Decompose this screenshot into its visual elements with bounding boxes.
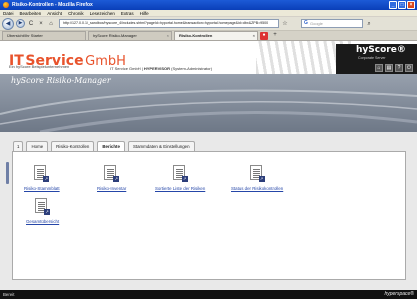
search-input[interactable]: G Google xyxy=(301,19,363,28)
google-icon: G xyxy=(304,20,308,26)
report-link[interactable]: Sortierte Liste der Risiken xyxy=(155,186,205,191)
report-document-icon: ↗ xyxy=(172,165,188,182)
window-titlebar: Risiko-Kontrollen - Mozilla Firefox _ □ … xyxy=(0,0,417,10)
report-item[interactable]: ↗ Risiko-Stammblatt xyxy=(24,165,60,191)
navigation-bar: ◀ ▶ C × ⌂ http://127.0.0.1/_sandbox/hysc… xyxy=(0,17,417,31)
search-placeholder: Google xyxy=(310,21,323,26)
menu-bookmarks[interactable]: Lesezeichen xyxy=(90,11,115,16)
search-icon[interactable]: ⌕ xyxy=(365,20,373,28)
report-link[interactable]: Risiko-Stammblatt xyxy=(24,186,60,191)
stop-icon[interactable]: × xyxy=(37,20,45,28)
menu-history[interactable]: Chronik xyxy=(68,11,84,16)
home-icon[interactable]: ⌂ xyxy=(47,20,55,28)
tab-master-data-settings[interactable]: Stammdaten & Einstellungen xyxy=(127,141,195,151)
forward-button[interactable]: ▶ xyxy=(16,19,25,28)
reload-icon[interactable]: C xyxy=(27,20,35,28)
help-icon[interactable]: ? xyxy=(395,64,403,72)
maximize-button[interactable]: □ xyxy=(398,1,406,9)
minimize-button[interactable]: _ xyxy=(389,1,397,9)
report-document-icon: ↗ xyxy=(104,165,120,182)
report-item[interactable]: ↗ Risiko-Inventar xyxy=(97,165,126,191)
menu-view[interactable]: Ansicht xyxy=(47,11,62,16)
tab-risk-controls[interactable]: Risiko-Kontrollen xyxy=(51,141,95,151)
home-icon[interactable]: ⌂ xyxy=(375,64,383,72)
browser-tab-active[interactable]: Risiko-Kontrollen × xyxy=(174,31,258,40)
tab-number[interactable]: 1 xyxy=(13,141,24,151)
app-title-band: hyScore Risiko-Manager xyxy=(0,74,417,132)
close-tab-icon[interactable]: × xyxy=(253,32,255,40)
report-link[interactable]: Gesamtübersicht xyxy=(26,219,59,224)
menu-edit[interactable]: Bearbeiten xyxy=(20,11,42,16)
window-controls: _ □ × xyxy=(389,1,415,9)
browser-tab[interactable]: Übersicht/Ihr Starter xyxy=(2,31,86,40)
menu-help[interactable]: Hilfe xyxy=(140,11,149,16)
close-tab-icon[interactable]: × xyxy=(167,32,169,40)
tab-reports[interactable]: Berichte xyxy=(97,141,125,151)
report-document-icon: ↗ xyxy=(34,165,50,182)
app-title: hyScore Risiko-Manager xyxy=(11,76,111,85)
menu-tools[interactable]: Extras xyxy=(121,11,134,16)
status-bar: Bereit hyperspace® xyxy=(0,290,417,299)
bookmark-star-icon[interactable]: ☆ xyxy=(281,20,289,28)
url-bar[interactable]: http://127.0.0.1/_sandbox/hyscore_4/incl… xyxy=(59,19,279,28)
user-info: IT Service GmbH | HYPERVISOR (System-Adm… xyxy=(110,66,213,71)
sidebar-toggle[interactable] xyxy=(6,162,9,184)
menu-file[interactable]: Datei xyxy=(3,11,14,16)
menu-bar: Datei Bearbeiten Ansicht Chronik Lesezei… xyxy=(0,10,417,17)
logo-tagline: Ein hyScore Beispielunternehmen xyxy=(9,64,70,69)
close-button[interactable]: × xyxy=(407,1,415,9)
app-header: IT Service GmbH Ein hyScore Beispielunte… xyxy=(0,41,417,74)
error-icon[interactable]: ● xyxy=(260,32,268,40)
report-document-icon: ↗ xyxy=(249,165,265,182)
firefox-icon xyxy=(3,2,9,8)
footer-brand: hyperspace® xyxy=(384,291,414,297)
browser-tab-strip: Übersicht/Ihr Starter hyScore Risiko-Man… xyxy=(0,31,417,41)
print-icon[interactable]: ▤ xyxy=(385,64,393,72)
back-button[interactable]: ◀ xyxy=(2,17,14,30)
tab-home[interactable]: Home xyxy=(26,141,49,151)
report-link[interactable]: Status der Risikokontrollen xyxy=(231,186,283,191)
status-text: Bereit xyxy=(3,292,15,297)
reports-panel: ↗ Risiko-Stammblatt ↗ Risiko-Inventar ↗ … xyxy=(12,151,406,280)
window-title: Risiko-Kontrollen - Mozilla Firefox xyxy=(12,2,93,8)
browser-tab[interactable]: hyScore Risiko-Manager × xyxy=(88,31,172,40)
report-item[interactable]: ↗ Sortierte Liste der Risiken xyxy=(155,165,205,191)
hyscore-brand: hyScore® Corporate Server ⌂ ▤ ? ⏻ xyxy=(336,44,417,74)
report-item[interactable]: ↗ Status der Risikokontrollen xyxy=(231,165,283,191)
report-item[interactable]: ↗ Gesamtübersicht xyxy=(26,198,59,224)
app-tabs: 1 Home Risiko-Kontrollen Berichte Stammd… xyxy=(13,141,195,151)
report-link[interactable]: Risiko-Inventar xyxy=(97,186,126,191)
report-document-icon: ↗ xyxy=(35,198,51,215)
logout-icon[interactable]: ⏻ xyxy=(405,64,413,72)
new-tab-button[interactable]: + xyxy=(270,32,280,40)
